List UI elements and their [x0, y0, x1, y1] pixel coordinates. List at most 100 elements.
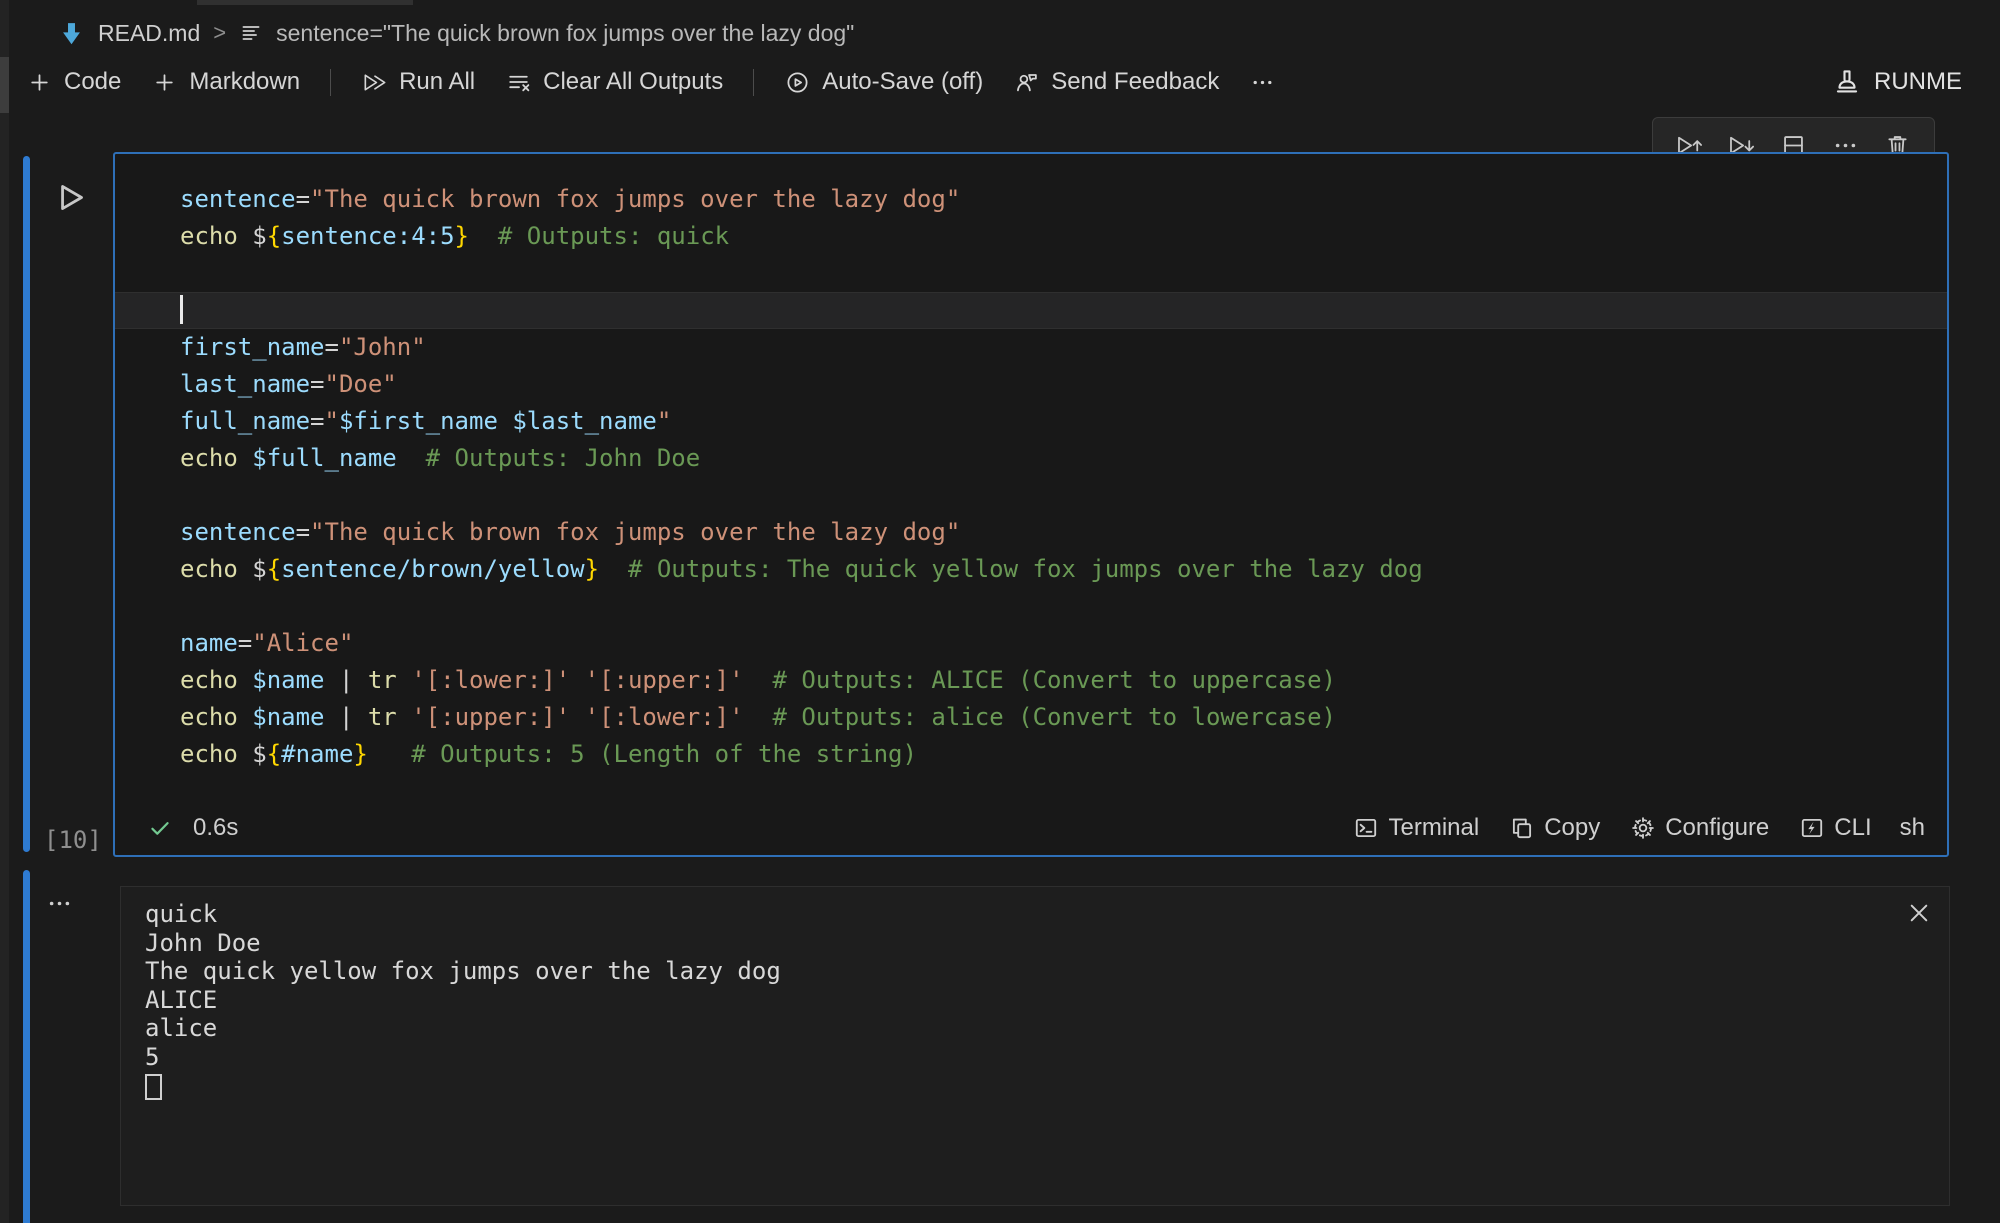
configure-button[interactable]: Configure: [1630, 814, 1769, 842]
auto-save-off-button[interactable]: Auto-Save (off): [784, 68, 983, 96]
cli-button[interactable]: CLI: [1799, 814, 1871, 842]
output-lines: quickJohn DoeThe quick yellow fox jumps …: [145, 900, 1929, 1100]
terminal-cursor: [145, 1074, 162, 1100]
breadcrumb-chevron-icon: >: [213, 20, 226, 46]
code-line: first_name="John": [180, 329, 1927, 366]
code-line: echo $name | tr '[:lower:]' '[:upper:]' …: [180, 662, 1927, 699]
code-token: =: [310, 407, 324, 435]
code-token: echo: [180, 222, 238, 250]
output-options-button[interactable]: [46, 890, 73, 917]
code-token: =: [296, 518, 310, 546]
clear-outputs-icon: [505, 70, 532, 95]
code-token: |: [325, 703, 368, 731]
window-left-edge: [0, 0, 9, 1223]
code-cell: sentence="The quick brown fox jumps over…: [113, 152, 1949, 857]
cell-language-picker[interactable]: sh: [1900, 814, 1925, 842]
code-token: # Outputs: ALICE (Convert to uppercase): [744, 666, 1336, 694]
code-editor[interactable]: sentence="The quick brown fox jumps over…: [115, 154, 1947, 805]
code-token: [498, 407, 512, 435]
more-actions-button[interactable]: [1249, 70, 1276, 95]
code-token: # Outputs: quick: [469, 222, 729, 250]
close-output-button[interactable]: [1905, 899, 1933, 927]
toolbar-label: Clear All Outputs: [543, 68, 723, 96]
code-token: $: [252, 222, 266, 250]
status-actions: Terminal Copy Configure CLI: [1353, 814, 1871, 842]
code-token: tr: [368, 703, 397, 731]
code-token: =: [238, 629, 252, 657]
code-token: "Alice": [252, 629, 353, 657]
code-token: sentence: [180, 518, 296, 546]
breadcrumb-symbol[interactable]: sentence="The quick brown fox jumps over…: [276, 20, 854, 47]
terminal-button[interactable]: Terminal: [1353, 814, 1479, 842]
code-token: echo: [180, 703, 238, 731]
code-token: echo: [180, 555, 238, 583]
markdown-button[interactable]: Markdown: [151, 68, 300, 96]
code-token: # Outputs: John Doe: [397, 444, 700, 472]
runme-label: RUNME: [1874, 68, 1962, 96]
notebook-toolbar: Code Markdown Run All Clear All Outputs Auto…: [26, 58, 1962, 106]
code-line: echo ${sentence:4:5} # Outputs: quick: [180, 218, 1927, 255]
copy-button[interactable]: Copy: [1509, 814, 1600, 842]
runme-extension-badge[interactable]: RUNME: [1832, 67, 1962, 97]
cell-output-terminal[interactable]: quickJohn DoeThe quick yellow fox jumps …: [120, 886, 1950, 1206]
breadcrumb-file[interactable]: READ.md: [98, 20, 200, 47]
code-line: [180, 477, 1927, 514]
code-token: $: [252, 740, 266, 768]
code-token: {: [267, 740, 281, 768]
code-token: [238, 222, 252, 250]
success-check-icon: [147, 815, 173, 841]
code-token: sentence: [180, 185, 296, 213]
code-line: echo $name | tr '[:upper:]' '[:lower:]' …: [180, 699, 1927, 736]
code-token: '[:lower:]': [411, 666, 570, 694]
code-line: [180, 255, 1927, 292]
code-token: "The quick brown fox jumps over the lazy…: [310, 518, 960, 546]
code-line: sentence="The quick brown fox jumps over…: [180, 181, 1927, 218]
cell-status-bar: 0.6s TerminalCopyConfigureCLI sh: [115, 805, 1947, 855]
code-token: full_name: [180, 407, 310, 435]
code-line: echo $full_name # Outputs: John Doe: [180, 440, 1927, 477]
run-all-button[interactable]: Run All: [361, 68, 475, 96]
code-token: =: [325, 333, 339, 361]
code-token: #name: [281, 740, 353, 768]
code-button[interactable]: Code: [26, 68, 121, 96]
code-token: '[:lower:]': [585, 703, 744, 731]
code-token: $last_name: [512, 407, 657, 435]
code-token: }: [455, 222, 469, 250]
code-token: # Outputs: 5 (Length of the string): [368, 740, 917, 768]
code-token: [570, 703, 584, 731]
clear-all-outputs-button[interactable]: Clear All Outputs: [505, 68, 723, 96]
status-action-label: Configure: [1665, 814, 1769, 842]
window-left-edge-highlight: [0, 57, 9, 113]
code-token: =: [296, 185, 310, 213]
symbol-string-icon: [239, 21, 263, 45]
status-action-label: Copy: [1544, 814, 1600, 842]
code-token: $name: [252, 666, 324, 694]
feedback-icon: [1013, 70, 1040, 95]
code-token: name: [180, 629, 238, 657]
output-line: ALICE: [145, 986, 1929, 1015]
code-line: full_name="$first_name $last_name": [180, 403, 1927, 440]
code-line: last_name="Doe": [180, 366, 1927, 403]
code-token: "John": [339, 333, 426, 361]
code-token: '[:upper:]': [585, 666, 744, 694]
circle-play-icon: [784, 70, 811, 95]
code-token: ": [325, 407, 339, 435]
code-token: # Outputs: The quick yellow fox jumps ov…: [599, 555, 1423, 583]
editor-tab-bottom-sliver: [197, 0, 413, 5]
run-cell-button[interactable]: [50, 178, 88, 216]
status-action-label: CLI: [1834, 814, 1871, 842]
send-feedback-button[interactable]: Send Feedback: [1013, 68, 1219, 96]
code-token: '[:upper:]': [411, 703, 570, 731]
code-line-current: [115, 292, 1947, 329]
code-token: last_name: [180, 370, 310, 398]
output-line: The quick yellow fox jumps over the lazy…: [145, 957, 1929, 986]
output-line: alice: [145, 1014, 1929, 1043]
code-token: [238, 740, 252, 768]
code-token: # Outputs: alice (Convert to lowercase): [744, 703, 1336, 731]
toolbar-label: Code: [64, 68, 121, 96]
code-token: [397, 703, 411, 731]
output-line: 5: [145, 1043, 1929, 1072]
code-line: name="Alice": [180, 625, 1927, 662]
code-token: sentence:4:5: [281, 222, 454, 250]
code-token: echo: [180, 666, 238, 694]
